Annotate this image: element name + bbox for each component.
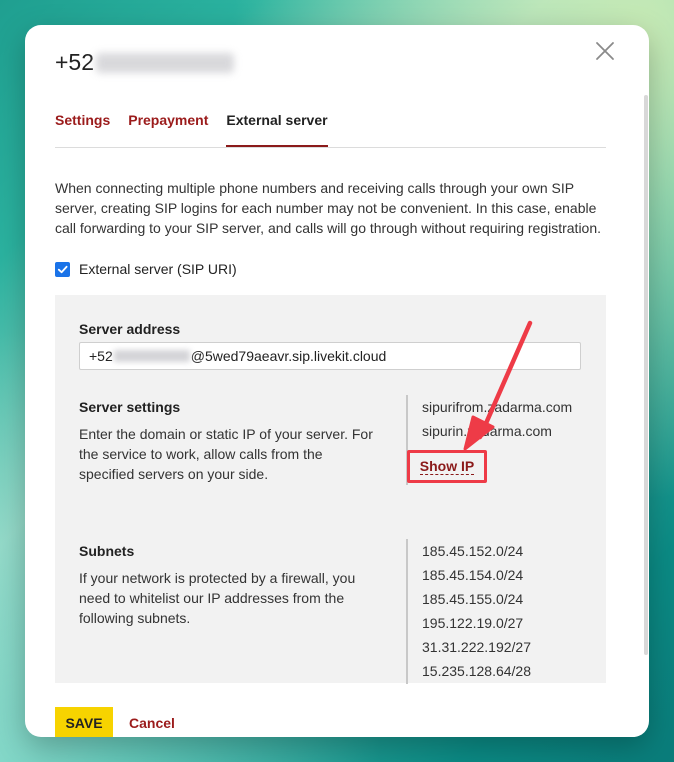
server-domain: sipurin.zadarma.com [422,423,552,439]
external-server-dialog: +52 Settings Prepayment External server … [25,25,649,737]
server-settings-label: Server settings [79,399,181,415]
save-button[interactable]: SAVE [55,707,113,737]
redacted-phone-number [96,52,235,73]
checkmark-icon [57,265,68,273]
server-domain: sipurifrom.zadarma.com [422,399,573,415]
show-ip-link[interactable]: Show IP [419,458,475,475]
subnet-list: 185.45.152.0/24 185.45.154.0/24 185.45.1… [422,539,531,683]
external-server-checkbox[interactable] [55,261,70,277]
server-address-prefix: +52 [89,348,113,364]
redacted-number [113,350,190,362]
server-address-label: Server address [79,321,181,337]
scrollbar[interactable] [644,95,648,655]
close-icon [596,42,614,60]
server-list: sipurifrom.zadarma.com sipurin.zadarma.c… [422,395,572,443]
subnet-item: 185.45.154.0/24 [422,567,524,583]
server-address-input[interactable]: +52 @5wed79aeavr.sip.livekit.cloud [79,342,581,370]
subnet-item: 185.45.155.0/24 [422,591,524,607]
server-settings-panel: Server address +52 @5wed79aeavr.sip.live… [55,295,606,684]
subnet-item: 185.45.152.0/24 [422,543,524,559]
subnet-item: 15.235.128.64/28 [422,663,531,679]
subnet-item: 195.122.19.0/27 [422,615,524,631]
show-ip-highlight: Show IP [407,450,487,483]
cancel-button[interactable]: Cancel [129,715,175,731]
external-server-checkbox-label[interactable]: External server (SIP URI) [79,261,237,277]
description-text: When connecting multiple phone numbers a… [55,180,602,236]
server-settings-description: Enter the domain or static IP of your se… [79,426,373,482]
tab-settings[interactable]: Settings [55,111,110,145]
dialog-title: +52 [55,49,235,76]
tab-prepayment[interactable]: Prepayment [128,111,208,145]
divider [406,539,408,684]
tab-external-server[interactable]: External server [226,111,328,147]
subnets-label: Subnets [79,543,135,559]
phone-number-prefix: +52 [55,49,95,75]
external-server-option: External server (SIP URI) [55,261,237,277]
close-button[interactable] [593,39,617,63]
tab-bar: Settings Prepayment External server [55,111,606,148]
subnets-description: If your network is protected by a firewa… [79,570,356,626]
subnet-item: 31.31.222.192/27 [422,639,531,655]
server-address-suffix: @5wed79aeavr.sip.livekit.cloud [190,348,387,364]
